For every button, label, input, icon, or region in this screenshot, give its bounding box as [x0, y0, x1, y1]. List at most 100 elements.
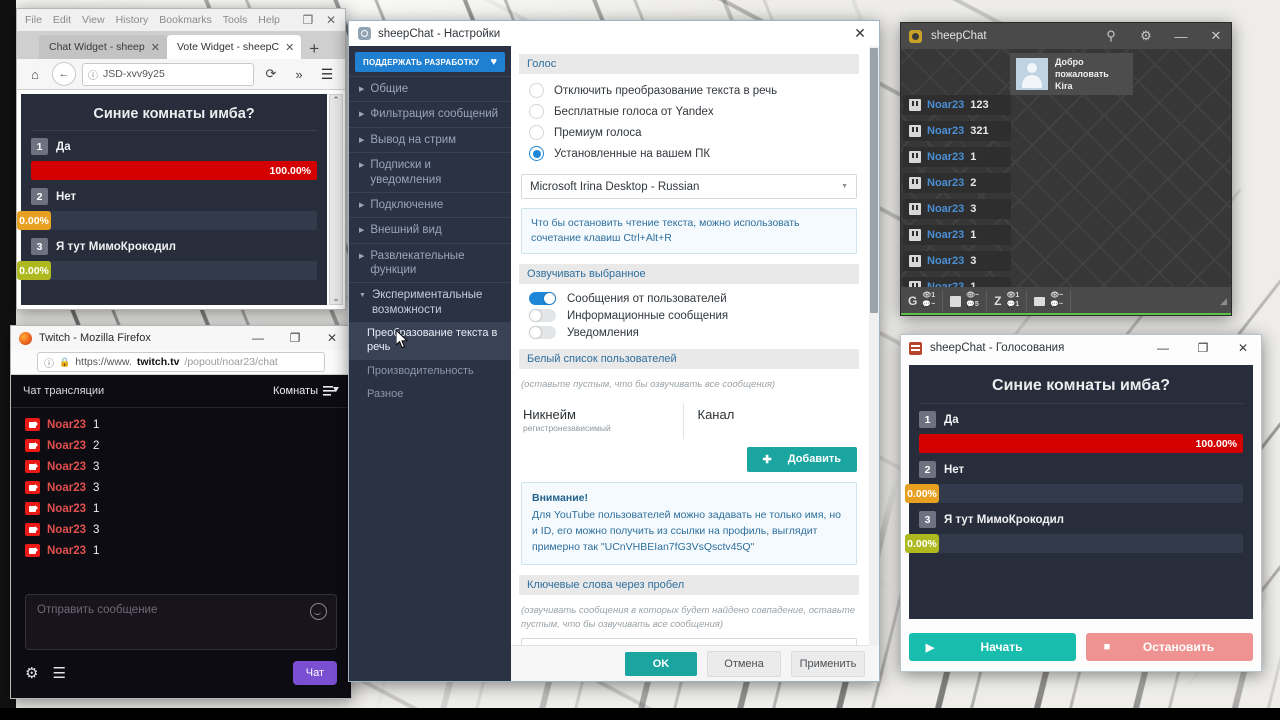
toggle-info-messages[interactable]: Информационные сообщения: [519, 307, 859, 324]
list-icon[interactable]: ☰: [52, 664, 65, 682]
menu-edit[interactable]: Edit: [53, 14, 71, 26]
radio-premium-voices[interactable]: Премиум голоса: [519, 122, 859, 143]
home-icon[interactable]: ⌂: [24, 63, 46, 85]
pin-icon[interactable]: ⚲: [1098, 24, 1124, 48]
menu-icon[interactable]: ☰: [316, 63, 338, 85]
sheepchat-polls-window[interactable]: sheepChat - Голосования — ❐ ✕ Синие комн…: [900, 334, 1262, 672]
sidebar-item-misc[interactable]: Разное: [349, 383, 511, 407]
menu-history[interactable]: History: [116, 14, 149, 26]
radio-local-voices[interactable]: Установленные на вашем ПК: [519, 143, 859, 164]
page-scrollbar[interactable]: ⌃ ⌄: [329, 94, 343, 305]
toggle-user-messages[interactable]: Сообщения от пользователей: [519, 290, 859, 307]
toggle-icon[interactable]: [529, 292, 556, 306]
toggle-notifications[interactable]: Уведомления: [519, 324, 859, 341]
sidebar-item-experimental[interactable]: ▼ Экспериментальные возможности: [349, 282, 511, 322]
minimize-button[interactable]: —: [1168, 24, 1194, 48]
sheepchat-main-window[interactable]: sheepChat ⚲ ⚙ — ✕ Добро пожаловать Kira …: [900, 22, 1232, 316]
maximize-button[interactable]: ❐: [280, 327, 310, 349]
cancel-button[interactable]: Отмена: [707, 650, 781, 677]
firefox-twitch-window[interactable]: Twitch - Mozilla Firefox — ❐ ✕ ⓘ 🔒 https…: [10, 325, 352, 699]
status-zorro[interactable]: Z 👁1 💬1: [987, 290, 1028, 312]
maximize-button[interactable]: ❐: [302, 11, 314, 29]
sidebar-item-performance[interactable]: Производительность: [349, 360, 511, 384]
firefox-vote-widget-window[interactable]: File Edit View History Bookmarks Tools H…: [16, 8, 346, 310]
twitch-window-titlebar[interactable]: Twitch - Mozilla Firefox — ❐ ✕: [11, 326, 351, 350]
menu-help[interactable]: Help: [258, 14, 280, 26]
close-icon[interactable]: ✕: [151, 41, 160, 54]
viewer-count: 👁~: [1050, 292, 1064, 300]
scroll-up-icon[interactable]: ⌃: [330, 95, 342, 106]
smiley-icon[interactable]: [310, 603, 327, 620]
radio-icon[interactable]: [529, 125, 544, 140]
firefox-tabstrip[interactable]: Chat Widget - sheep ✕ Vote Widget - shee…: [17, 31, 345, 59]
sidebar-item-message-filtering[interactable]: ▶ Фильтрация сообщений: [349, 101, 511, 126]
poll-percent: 100.00%: [269, 164, 311, 177]
status-twitch[interactable]: 👁~ 💬5: [943, 290, 988, 312]
start-poll-button[interactable]: ▶ Начать: [909, 633, 1076, 661]
gear-icon[interactable]: ⚙: [1133, 24, 1159, 48]
send-chat-button[interactable]: Чат: [292, 661, 337, 685]
menu-view[interactable]: View: [82, 14, 105, 26]
maximize-button[interactable]: ❐: [1187, 336, 1219, 360]
new-tab-button[interactable]: +: [309, 40, 319, 57]
poll-option-2-head: 2 Нет: [31, 188, 317, 205]
sidebar-item-text-to-speech[interactable]: Преобразование текста в речь: [349, 322, 511, 360]
overflow-icon[interactable]: »: [288, 63, 310, 85]
twitch-navbar[interactable]: ⓘ 🔒 https://www. twitch.tv/popout/noar23/…: [11, 350, 351, 375]
url-bar[interactable]: ⓘ 🔒 https://www. twitch.tv/popout/noar23/…: [37, 352, 325, 372]
sidebar-item-connection[interactable]: ▶ Подключение: [349, 191, 511, 217]
close-button[interactable]: ✕: [1227, 336, 1259, 360]
radio-icon[interactable]: [529, 104, 544, 119]
chat-header: Чат трансляции Комнаты: [11, 375, 351, 408]
firefox-menubar[interactable]: File Edit View History Bookmarks Tools H…: [17, 9, 345, 31]
firefox-navbar[interactable]: ⌂ ← ⓘ JSD-xvv9y25 ⟳ » ☰: [17, 59, 345, 90]
add-user-button[interactable]: ✚ Добавить: [746, 446, 857, 472]
toggle-icon[interactable]: [529, 326, 556, 340]
close-button[interactable]: ✕: [325, 11, 337, 29]
keywords-hint: (озвучивать сообщения в которых будет на…: [521, 604, 856, 630]
scroll-down-icon[interactable]: ⌄: [330, 293, 342, 304]
radio-icon[interactable]: [529, 83, 544, 98]
menu-tools[interactable]: Tools: [223, 14, 248, 26]
scrollbar-thumb[interactable]: [870, 48, 878, 313]
close-button[interactable]: ✕: [317, 327, 347, 349]
settings-scrollbar[interactable]: [869, 46, 879, 646]
sidebar-item-general[interactable]: ▶ Общие: [349, 76, 511, 101]
ok-button[interactable]: OK: [625, 651, 697, 676]
resize-grip-icon[interactable]: ◢: [1220, 296, 1227, 307]
url-bar[interactable]: ⓘ JSD-xvv9y25: [82, 62, 254, 86]
voice-select[interactable]: Microsoft Irina Desktop - Russian ▼: [521, 174, 857, 199]
divider: [31, 130, 317, 131]
apply-button[interactable]: Применить: [791, 650, 865, 677]
rooms-button[interactable]: Комнаты: [273, 385, 339, 397]
status-goodgame[interactable]: G 👁1 💬~: [901, 290, 944, 312]
settings-title: sheepChat - Настройки: [378, 27, 501, 40]
reload-icon[interactable]: ⟳: [260, 63, 282, 85]
sidebar-item-subscriptions[interactable]: ▶ Подписки и уведомления: [349, 152, 511, 192]
chat-input[interactable]: Отправить сообщение: [25, 594, 337, 650]
tab-chat-widget[interactable]: Chat Widget - sheep ✕: [39, 35, 167, 59]
close-button[interactable]: ✕: [843, 22, 877, 46]
close-icon[interactable]: ✕: [285, 41, 294, 54]
radio-icon[interactable]: [529, 146, 544, 161]
radio-disable-tts[interactable]: Отключить преобразование текста в речь: [519, 80, 859, 101]
sidebar-item-stream-output[interactable]: ▶ Вывод на стрим: [349, 126, 511, 152]
support-development-button[interactable]: ПОДДЕРЖАТЬ РАЗРАБОТКУ ♥: [355, 52, 505, 72]
minimize-button[interactable]: —: [1147, 336, 1179, 360]
sidebar-item-appearance[interactable]: ▶ Внешний вид: [349, 217, 511, 242]
sidebar-item-entertainment[interactable]: ▶ Развлекательные функции: [349, 242, 511, 283]
back-icon[interactable]: ←: [52, 62, 76, 86]
sheepchat-settings-dialog[interactable]: sheepChat - Настройки ✕ ПОДДЕРЖАТЬ РАЗРА…: [348, 20, 880, 682]
menu-bookmarks[interactable]: Bookmarks: [159, 14, 212, 26]
settings-titlebar: sheepChat - Настройки ✕: [349, 21, 879, 47]
gear-icon[interactable]: ⚙: [25, 664, 38, 682]
settings-sidebar[interactable]: ПОДДЕРЖАТЬ РАЗРАБОТКУ ♥ ▶ Общие ▶ Фильтрац…: [349, 46, 511, 681]
menu-file[interactable]: File: [25, 14, 42, 26]
radio-yandex-voices[interactable]: Бесплатные голоса от Yandex: [519, 101, 859, 122]
minimize-button[interactable]: —: [243, 327, 273, 349]
toggle-icon[interactable]: [529, 309, 556, 323]
tab-vote-widget[interactable]: Vote Widget - sheepC ✕: [166, 35, 302, 59]
close-button[interactable]: ✕: [1203, 24, 1229, 48]
stop-poll-button[interactable]: ■ Остановить: [1086, 633, 1253, 661]
status-vk[interactable]: 👁~ 💬~: [1027, 290, 1072, 312]
